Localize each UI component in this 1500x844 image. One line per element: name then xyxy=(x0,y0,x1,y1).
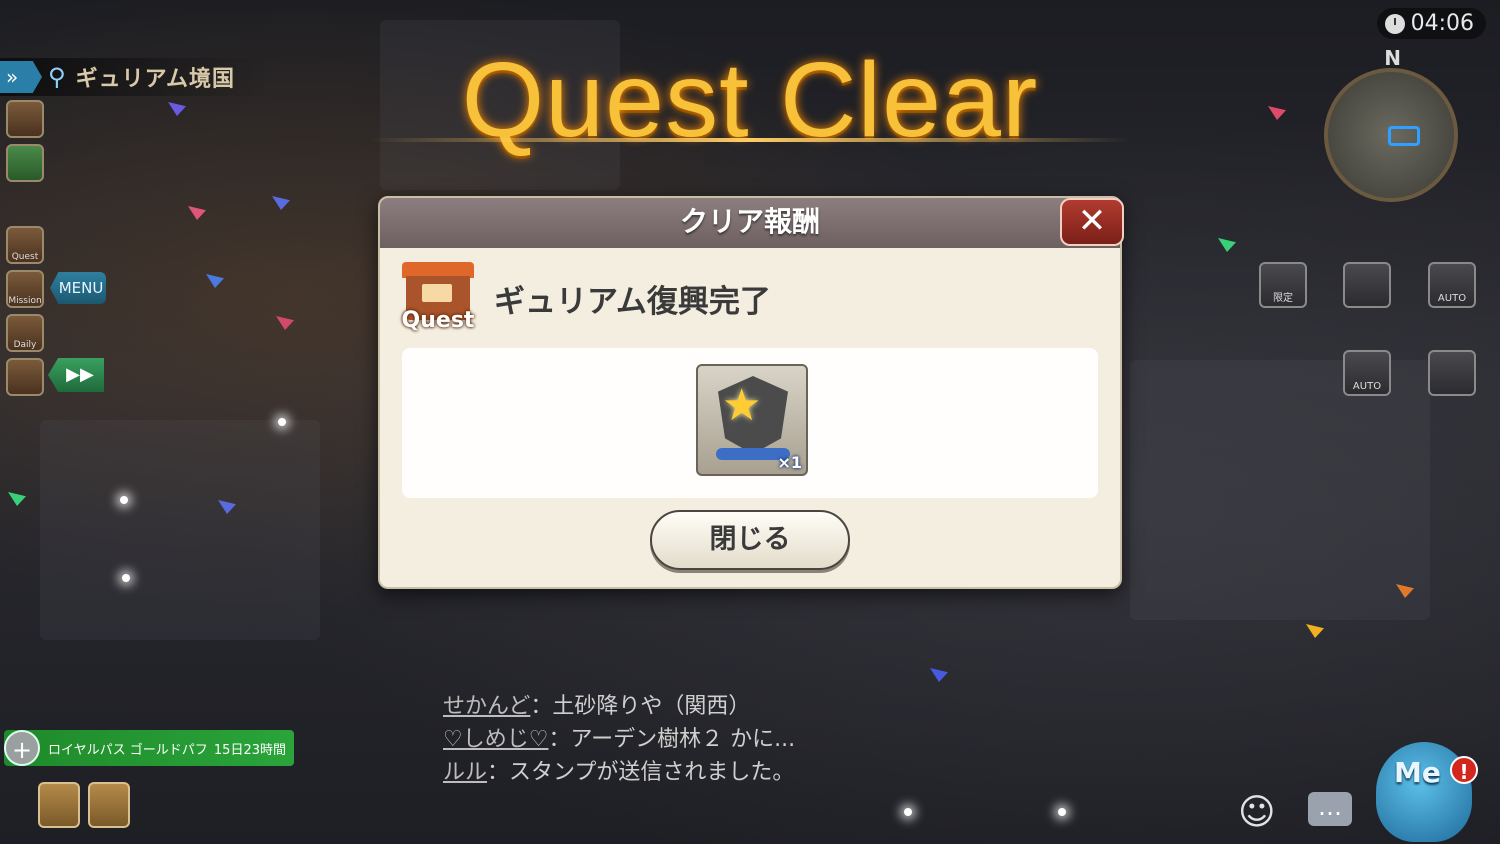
pass-time: 15日23時間 xyxy=(213,742,286,758)
sparkle xyxy=(1058,808,1066,816)
confetti xyxy=(8,492,26,506)
clock-time: 04:06 xyxy=(1410,11,1474,36)
camera-button[interactable] xyxy=(1343,262,1391,308)
clock: 04:06 xyxy=(1376,8,1486,39)
quest-clear-title: Quest Clear xyxy=(461,41,1039,159)
reward-quantity: ×1 xyxy=(777,453,802,472)
shop-button[interactable] xyxy=(88,782,130,828)
close-button[interactable]: 閉じる xyxy=(650,510,850,570)
auto-camera-button[interactable]: AUTO xyxy=(1428,262,1476,308)
background-wall-left xyxy=(40,420,320,640)
quest-name: ギュリアム復興完了 xyxy=(494,284,771,320)
pass-name: ロイヤルパス ゴールドパフ xyxy=(48,742,208,758)
sparkle xyxy=(278,418,286,426)
confetti xyxy=(276,316,294,330)
compass-north: N xyxy=(1384,46,1401,70)
chat-line: せかんど：土砂降りや（関西） xyxy=(443,690,795,723)
chat-line: ♡しめじ♡：アーデン樹林２ かに... xyxy=(443,723,795,756)
me-button[interactable]: Me ! xyxy=(1376,742,1478,842)
chat-name[interactable]: せかんど xyxy=(443,694,530,719)
party-button[interactable] xyxy=(1428,350,1476,396)
minimap[interactable] xyxy=(1324,68,1458,202)
skip-button[interactable]: ▶▶ xyxy=(48,358,104,392)
reward-item[interactable]: ★ ×1 xyxy=(696,364,808,476)
alert-icon: ! xyxy=(1450,756,1478,784)
title-underline xyxy=(370,138,1130,142)
item-button[interactable] xyxy=(6,358,44,396)
sparkle xyxy=(122,574,130,582)
confetti xyxy=(206,274,224,288)
plus-icon[interactable]: + xyxy=(4,730,40,766)
chat-line: ルル：スタンプが送信されました。 xyxy=(443,756,795,789)
confetti xyxy=(272,196,290,210)
sparkle xyxy=(904,808,912,816)
auto-battle-button[interactable]: AUTO xyxy=(1343,350,1391,396)
compass-button[interactable] xyxy=(38,782,80,828)
menu-button[interactable]: MENU xyxy=(50,272,106,304)
emote-icon[interactable]: ☺ xyxy=(1238,792,1276,833)
quest-button[interactable]: Quest xyxy=(6,226,44,264)
confetti xyxy=(1218,238,1236,252)
confetti xyxy=(1306,624,1324,638)
daily-button[interactable]: Daily xyxy=(6,314,44,352)
chat-message: ：土砂降りや（関西） xyxy=(530,694,751,719)
clock-icon xyxy=(1384,13,1405,34)
quest-icon: Quest xyxy=(400,262,476,334)
confetti xyxy=(188,206,206,220)
chat-name[interactable]: ルル xyxy=(443,760,487,785)
chat-name[interactable]: ♡しめじ♡ xyxy=(443,727,548,752)
me-label: Me xyxy=(1394,756,1441,789)
royal-pass-bar[interactable]: + ロイヤルパス ゴールドパフ 15日23時間 xyxy=(4,730,294,766)
star-icon: ★ xyxy=(722,380,762,431)
chat-message: ：スタンプが送信されました。 xyxy=(487,760,795,785)
clear-reward-dialog: クリア報酬 ✕ Quest ギュリアム復興完了 ★ ×1 閉じる xyxy=(378,196,1124,589)
reward-panel: ★ ×1 xyxy=(402,348,1098,498)
quest-icon-label: Quest xyxy=(401,308,475,333)
dialog-title: クリア報酬 xyxy=(380,198,1120,248)
limited-button[interactable]: 限定 xyxy=(1259,262,1307,308)
mission-button[interactable]: Mission xyxy=(6,270,44,308)
player-marker-icon xyxy=(1388,126,1420,146)
background-wall xyxy=(1130,360,1430,620)
confetti xyxy=(930,668,948,682)
sparkle xyxy=(120,496,128,504)
chat-icon[interactable]: … xyxy=(1308,792,1352,826)
chat-message: ：アーデン樹林２ かに... xyxy=(548,727,796,752)
chat-log[interactable]: せかんど：土砂降りや（関西） ♡しめじ♡：アーデン樹林２ かに... ルル：スタ… xyxy=(443,690,795,789)
close-icon[interactable]: ✕ xyxy=(1060,198,1124,246)
